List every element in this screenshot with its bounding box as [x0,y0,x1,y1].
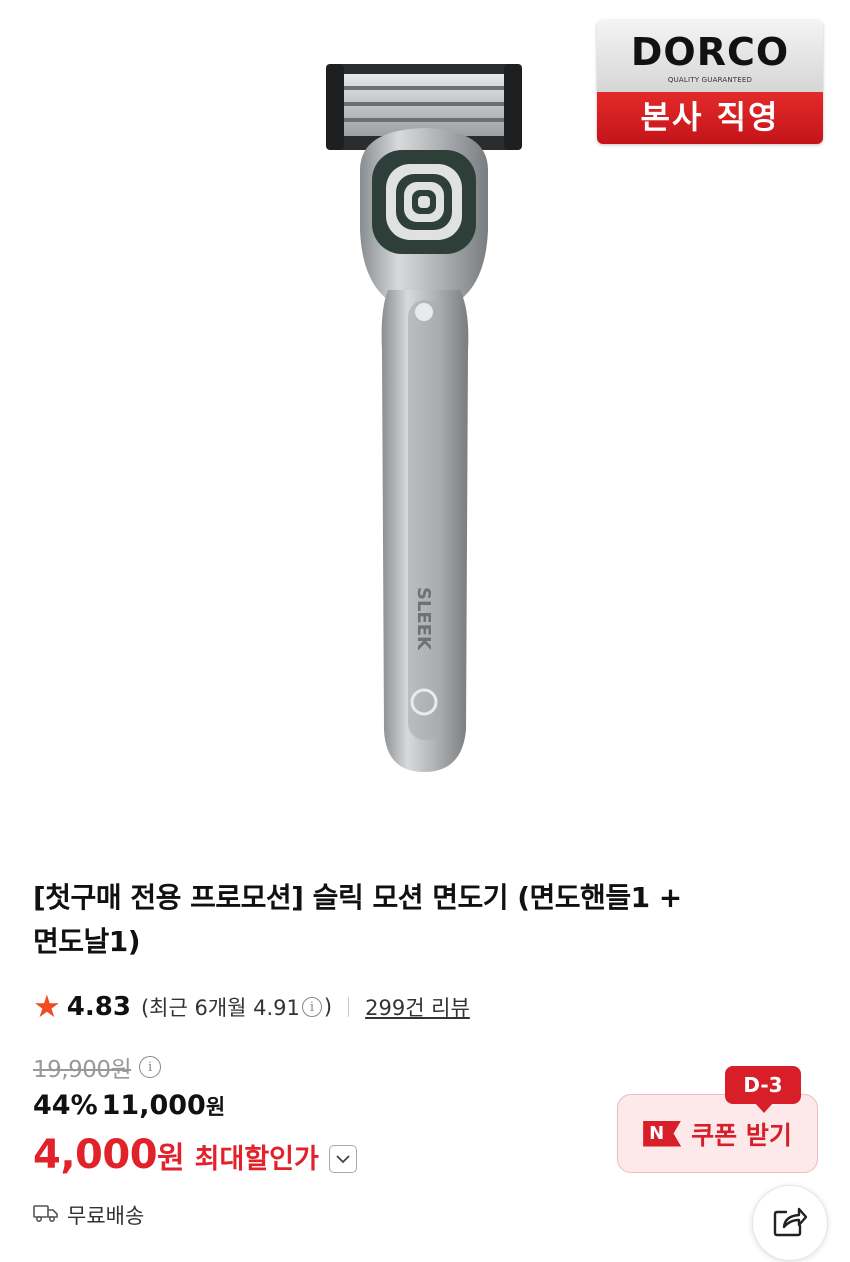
recent-rating-text: (최근 6개월 4.91 [140,996,300,1020]
dday-badge: D-3 [725,1066,801,1113]
share-button[interactable] [752,1185,828,1261]
max-discount-currency: 원 [157,1141,185,1176]
max-discount-price: 4,000 [33,1132,158,1178]
badge-tagline: QUALITY GUARANTEED [667,76,753,84]
product-title: [첫구매 전용 프로모션] 슬릭 모션 면도기 (면도핸들1 + 면도날1) [33,876,753,964]
handle-brand-print: SLEEK [413,587,434,651]
product-title-line-1: [첫구매 전용 프로모션] 슬릭 모션 면도기 (면도핸들1 + [33,881,682,914]
max-discount-label: 최대할인가 [194,1144,319,1175]
max-discount-row: 4,000 원 최대할인가 [33,1132,357,1178]
price-info-icon[interactable]: i [139,1056,162,1078]
coupon-button[interactable]: N 쿠폰 받기 [617,1094,818,1173]
sale-price-currency: 원 [205,1095,226,1119]
sale-price: 11,000 [101,1090,206,1121]
shipping-label: 무료배송 [67,1204,145,1228]
divider [348,997,350,1017]
badge-label: 본사 직영 [597,92,823,144]
badge-brand: DORCO [630,30,790,74]
sale-price-row: 44% 11,000 원 [33,1090,225,1121]
original-price: 19,900원 [33,1057,132,1083]
product-image-area: SLEEK DORCO QUALITY GUARANTEED 본사 직영 [0,0,850,840]
recent-rating: (최근 6개월 4.91 i ) [141,992,332,1022]
rating-score: 4.83 [66,992,131,1022]
original-price-row: 19,900원 i [33,1050,163,1084]
star-icon: ★ [33,988,61,1025]
product-image-razor: SLEEK [326,64,522,772]
discount-rate: 44% [33,1090,98,1121]
rating-row: ★ 4.83 (최근 6개월 4.91 i ) 299건 리뷰 [33,988,470,1026]
official-store-badge: DORCO QUALITY GUARANTEED 본사 직영 [597,20,823,144]
chevron-down-icon[interactable] [328,1145,357,1173]
coupon-label: 쿠폰 받기 [691,1120,792,1150]
review-count-link[interactable]: 299건 리뷰 [365,992,470,1022]
truck-icon [33,1203,59,1227]
product-title-line-2: 면도날1) [33,925,141,958]
recent-rating-close: ) [323,995,333,1019]
info-icon[interactable]: i [301,997,322,1017]
naver-n-icon: N [643,1120,682,1147]
shipping-row: 무료배송 [33,1200,144,1230]
share-icon [772,1204,808,1242]
